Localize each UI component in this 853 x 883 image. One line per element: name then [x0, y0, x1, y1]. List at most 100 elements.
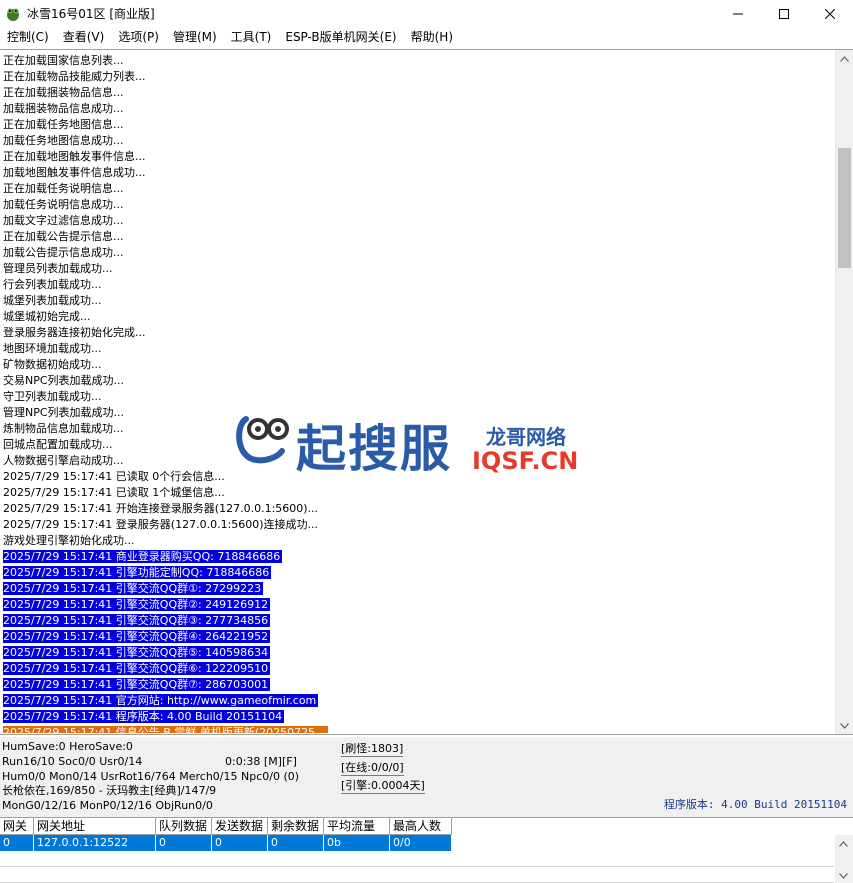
log-line: 2025/7/29 15:17:41 引擎交流QQ群⑤: 140598634: [3, 645, 828, 661]
log-line-text: 2025/7/29 15:17:41 开始连接登录服务器(127.0.0.1:5…: [3, 502, 319, 515]
log-line: 加载任务地图信息成功...: [3, 133, 828, 149]
column-header[interactable]: 发送数据: [212, 818, 268, 835]
log-lines: 正在加载国家信息列表... 正在加载物品技能威力列表... 正在加载捆装物品信息..…: [3, 53, 828, 733]
column-header[interactable]: 剩余数据: [268, 818, 324, 835]
column-header[interactable]: 队列数据: [156, 818, 212, 835]
log-line-text: 2025/7/29 15:17:41 引擎交流QQ群⑥: 122209510: [3, 662, 271, 675]
menu-view[interactable]: 查看(V): [56, 27, 112, 47]
column-header[interactable]: 平均流量: [324, 818, 390, 835]
log-line-text: 2025/7/29 15:17:41 已读取 0个行会信息...: [3, 470, 225, 483]
log-line-text: 2025/7/29 15:17:41 引擎交流QQ群④: 264221952: [3, 630, 271, 643]
log-line-text: 游戏处理引擎初始化成功...: [3, 534, 135, 547]
menu-options[interactable]: 选项(P): [111, 27, 166, 47]
log-scrollbar[interactable]: [835, 50, 853, 734]
status-online-count: [在线:0/0/0]: [341, 761, 404, 776]
log-line: 行会列表加载成功...: [3, 277, 828, 293]
log-line-text: 交易NPC列表加载成功...: [3, 374, 125, 387]
chevron-up-icon: [839, 840, 848, 847]
log-line: 2025/7/29 15:17:41 引擎交流QQ群①: 27299223: [3, 581, 828, 597]
window-controls: [715, 0, 853, 27]
log-line: 加载地图触发事件信息成功...: [3, 165, 828, 181]
log-line-text: 2025/7/29 15:17:41 引擎交流QQ群①: 27299223: [3, 582, 264, 595]
log-line: 人物数据引擎启动成功...: [3, 453, 828, 469]
maximize-icon: [779, 8, 789, 19]
minimize-icon: [733, 13, 743, 14]
log-line-text: 2025/7/29 15:17:41 引擎交流QQ群②: 249126912: [3, 598, 271, 611]
log-line: 正在加载任务说明信息...: [3, 181, 828, 197]
scroll-up-arrow[interactable]: [836, 50, 853, 67]
log-line: 2025/7/29 15:17:41 引擎交流QQ群⑥: 122209510: [3, 661, 828, 677]
table-scrollbar[interactable]: [835, 835, 853, 883]
log-line: 正在加载任务地图信息...: [3, 117, 828, 133]
log-line-text: 管理NPC列表加载成功...: [3, 406, 125, 419]
table-row[interactable]: 0 127.0.0.1:12522 0 0 0 0b 0/0: [0, 835, 452, 851]
column-header[interactable]: 最高人数: [390, 818, 452, 835]
minimize-button[interactable]: [715, 0, 761, 27]
log-line-text: 人物数据引擎启动成功...: [3, 454, 124, 467]
column-header[interactable]: 网关地址: [34, 818, 156, 835]
status-save-info: HumSave:0 HeroSave:0: [2, 740, 133, 753]
log-line: 加载任务说明信息成功...: [3, 197, 828, 213]
log-line: 管理NPC列表加载成功...: [3, 405, 828, 421]
log-line: 正在加载地图触发事件信息...: [3, 149, 828, 165]
log-line: 2025/7/29 15:17:41 引擎交流QQ群③: 277734856: [3, 613, 828, 629]
log-line: 守卫列表加载成功...: [3, 389, 828, 405]
log-line-text: 矿物数据初始成功...: [3, 358, 102, 371]
log-line-text: 加载文字过滤信息成功...: [3, 214, 124, 227]
log-line-text: 2025/7/29 15:17:41 引擎功能定制QQ: 718846686: [3, 566, 272, 579]
log-line: 加载公告提示信息成功...: [3, 245, 828, 261]
status-hum-info: Hum0/0 Mon0/14 UsrRot16/764 Merch0/15 Np…: [2, 770, 300, 783]
table-scroll-up-arrow[interactable]: [835, 835, 852, 852]
log-line-text: 2025/7/29 15:17:41 已读取 1个城堡信息...: [3, 486, 225, 499]
log-line: 炼制物品信息加载成功...: [3, 421, 828, 437]
log-line: 管理员列表加载成功...: [3, 261, 828, 277]
menu-help[interactable]: 帮助(H): [404, 27, 460, 47]
log-line-text: 管理员列表加载成功...: [3, 262, 113, 275]
log-line: 2025/7/29 15:17:41 信息公告 B 尝鲜 单机版更新(20250…: [3, 725, 828, 733]
log-line: 2025/7/29 15:17:41 引擎交流QQ群⑦: 286703001: [3, 677, 828, 693]
menu-manage[interactable]: 管理(M): [166, 27, 224, 47]
status-map-info: 长枪依在,169/850 - 沃玛教主[经典]/147/9: [2, 784, 217, 797]
status-refresh-count: [刷怪:1803]: [341, 742, 404, 757]
scroll-down-arrow[interactable]: [836, 717, 853, 734]
log-line: 2025/7/29 15:17:41 已读取 0个行会信息...: [3, 469, 828, 485]
status-uptime: 0:0:38 [M][F]: [225, 755, 297, 768]
log-line: 矿物数据初始成功...: [3, 357, 828, 373]
menu-control[interactable]: 控制(C): [0, 27, 56, 47]
maximize-button[interactable]: [761, 0, 807, 27]
close-button[interactable]: [807, 0, 853, 27]
log-line-text: 2025/7/29 15:17:41 引擎交流QQ群⑤: 140598634: [3, 646, 271, 659]
table-cell: 0: [0, 835, 34, 851]
log-line: 登录服务器连接初始化完成...: [3, 325, 828, 341]
log-line-text: 地图环境加载成功...: [3, 342, 102, 355]
log-line-text: 正在加载捆装物品信息...: [3, 86, 124, 99]
frog-app-icon: [7, 8, 19, 21]
log-line-text: 城堡列表加载成功...: [3, 294, 102, 307]
log-line: 地图环境加载成功...: [3, 341, 828, 357]
log-line-text: 2025/7/29 15:17:41 引擎交流QQ群③: 277734856: [3, 614, 271, 627]
menu-esp-gateway[interactable]: ESP-B版单机网关(E): [278, 27, 403, 47]
log-line: 游戏处理引擎初始化成功...: [3, 533, 828, 549]
log-line: 正在加载捆装物品信息...: [3, 85, 828, 101]
log-line: 2025/7/29 15:17:41 程序版本: 4.00 Build 2015…: [3, 709, 828, 725]
log-line-text: 炼制物品信息加载成功...: [3, 422, 124, 435]
log-line: 正在加载国家信息列表...: [3, 53, 828, 69]
menu-bar: 控制(C) 查看(V) 选项(P) 管理(M) 工具(T) ESP-B版单机网关…: [0, 27, 853, 47]
column-header[interactable]: 网关: [0, 818, 34, 835]
table-cell: 0/0: [390, 835, 452, 851]
log-line: 2025/7/29 15:17:41 引擎交流QQ群④: 264221952: [3, 629, 828, 645]
log-line-text: 2025/7/29 15:17:41 商业登录器购买QQ: 718846686: [3, 550, 283, 563]
table-scroll-down-arrow[interactable]: [835, 867, 852, 883]
program-version: 程序版本: 4.00 Build 20151104: [663, 798, 847, 811]
log-line: 正在加载物品技能威力列表...: [3, 69, 828, 85]
log-line: 交易NPC列表加载成功...: [3, 373, 828, 389]
log-line: 2025/7/29 15:17:41 引擎功能定制QQ: 718846686: [3, 565, 828, 581]
gateway-table-header: 网关 网关地址 队列数据 发送数据 剩余数据 平均流量 最高人数: [0, 818, 452, 835]
scroll-thumb[interactable]: [838, 148, 851, 268]
log-line: 2025/7/29 15:17:41 官方网站: http://www.game…: [3, 693, 828, 709]
gateway-table-grid: [0, 866, 834, 883]
table-cell: 0b: [324, 835, 390, 851]
menu-tools[interactable]: 工具(T): [224, 27, 279, 47]
status-mon-info: MonG0/12/16 MonP0/12/16 ObjRun0/0: [2, 799, 213, 812]
log-panel[interactable]: 正在加载国家信息列表... 正在加载物品技能威力列表... 正在加载捆装物品信息..…: [0, 49, 853, 735]
